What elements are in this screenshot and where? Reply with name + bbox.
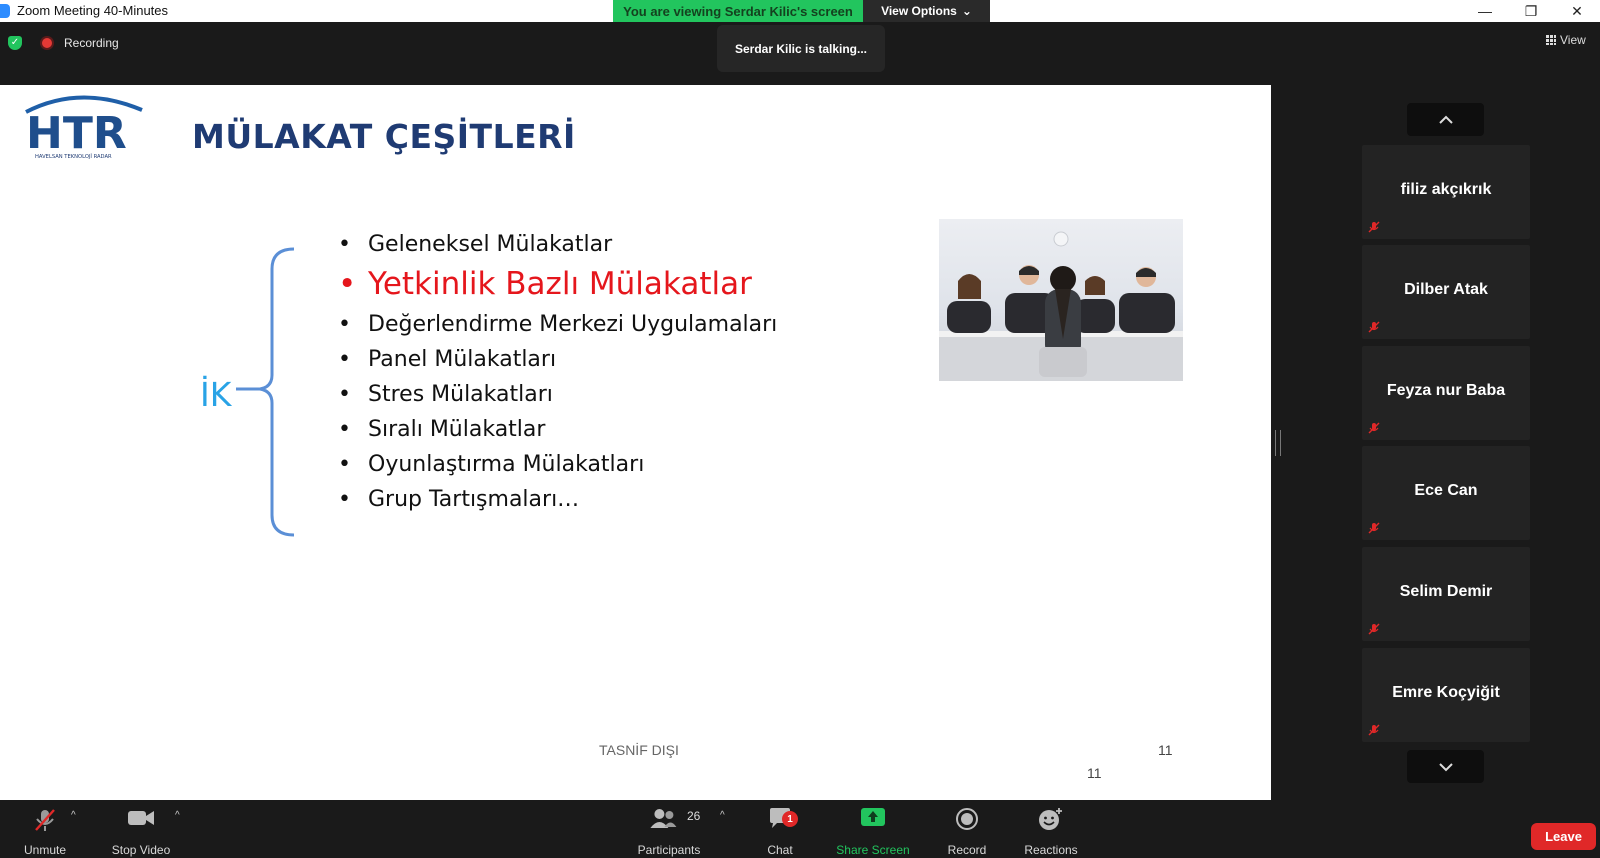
- chevron-down-icon: ⌄: [961, 4, 972, 18]
- list-item: Değerlendirme Merkezi Uygulamaları: [336, 307, 777, 342]
- participant-tile[interactable]: Ece Can: [1362, 446, 1530, 540]
- participant-name: filiz akçıkrık: [1400, 181, 1492, 198]
- view-options-label: View Options: [881, 4, 957, 18]
- list-item: Stres Mülakatları: [336, 377, 777, 412]
- participant-name: Feyza nur Baba: [1386, 382, 1506, 399]
- zoom-app-icon: [0, 4, 10, 18]
- participant-tile[interactable]: filiz akçıkrık: [1362, 145, 1530, 239]
- muted-mic-icon: [1368, 724, 1380, 736]
- scroll-up-button[interactable]: [1407, 103, 1484, 136]
- recording-dot-icon: [42, 38, 52, 48]
- window-title: Zoom Meeting 40-Minutes: [17, 3, 169, 18]
- participant-tile[interactable]: Emre Koçyiğit: [1362, 648, 1530, 742]
- muted-mic-icon: [1368, 221, 1380, 233]
- participants-count: 26: [687, 809, 701, 823]
- participants-label: Participants: [637, 843, 701, 857]
- restore-icon[interactable]: ❐: [1508, 0, 1554, 22]
- participant-name: Selim Demir: [1399, 583, 1493, 600]
- list-item: Geleneksel Mülakatlar: [336, 227, 777, 262]
- record-label: Record: [947, 843, 987, 857]
- share-screen-button[interactable]: Share Screen: [828, 800, 918, 858]
- participants-options-caret-icon[interactable]: ^: [720, 810, 725, 821]
- muted-mic-icon: [1368, 623, 1380, 635]
- chevron-up-icon: [1438, 115, 1453, 124]
- list-item: Sıralı Mülakatlar: [336, 412, 777, 447]
- unmute-label: Unmute: [23, 843, 67, 857]
- minimize-icon[interactable]: —: [1462, 0, 1508, 22]
- record-icon: [956, 808, 978, 830]
- chevron-down-icon: [1438, 762, 1453, 771]
- scroll-down-button[interactable]: [1407, 750, 1484, 783]
- svg-text:HAVELSAN TEKNOLOJİ RADAR: HAVELSAN TEKNOLOJİ RADAR: [35, 153, 112, 160]
- muted-microphone-icon: [35, 809, 55, 831]
- slide-page-number: 11: [1158, 742, 1173, 758]
- participant-tile[interactable]: Dilber Atak: [1362, 245, 1530, 339]
- curly-brace-shape: [236, 247, 295, 537]
- stop-video-label: Stop Video: [111, 843, 171, 857]
- list-item: Grup Tartışmaları…: [336, 482, 777, 517]
- classification-label: TASNİF DIŞI: [599, 742, 679, 758]
- muted-mic-icon: [1368, 422, 1380, 434]
- interview-types-list: Geleneksel Mülakatlar Yetkinlik Bazlı Mü…: [336, 227, 777, 517]
- participant-tile[interactable]: Selim Demir: [1362, 547, 1530, 641]
- list-item: Panel Mülakatları: [336, 342, 777, 377]
- shared-screen-slide: HTR HAVELSAN TEKNOLOJİ RADAR MÜLAKAT ÇEŞ…: [0, 85, 1271, 800]
- participants-icon: [650, 809, 677, 828]
- reactions-label: Reactions: [1024, 843, 1078, 857]
- slide-title: MÜLAKAT ÇEŞİTLERİ: [192, 117, 576, 156]
- muted-mic-icon: [1368, 321, 1380, 333]
- audio-options-caret-icon[interactable]: ^: [71, 810, 76, 821]
- participant-name: Ece Can: [1414, 482, 1478, 499]
- record-button[interactable]: Record: [922, 800, 1012, 858]
- chat-label: Chat: [767, 843, 793, 857]
- viewing-screen-banner: You are viewing Serdar Kilic's screen: [613, 0, 863, 22]
- share-screen-icon: [861, 808, 885, 826]
- video-camera-icon: [128, 811, 154, 825]
- view-options-button[interactable]: View Options ⌄: [863, 0, 990, 22]
- chat-unread-badge: 1: [782, 811, 798, 827]
- chat-button[interactable]: Chat: [735, 800, 825, 858]
- talking-notice: Serdar Kilic is talking...: [717, 25, 885, 72]
- panel-resize-handle[interactable]: [1275, 430, 1281, 456]
- smiley-plus-icon: [1039, 808, 1062, 830]
- close-icon[interactable]: ✕: [1554, 0, 1600, 22]
- encryption-shield-icon[interactable]: ✓: [8, 36, 22, 50]
- view-layout-button[interactable]: View: [1546, 33, 1586, 47]
- muted-mic-icon: [1368, 522, 1380, 534]
- video-options-caret-icon[interactable]: ^: [175, 810, 180, 821]
- leave-meeting-button[interactable]: Leave: [1531, 823, 1596, 850]
- recording-label: Recording: [64, 36, 119, 50]
- interview-panel-photo: [939, 219, 1183, 381]
- slide-page-number-secondary: 11: [1087, 765, 1102, 781]
- grid-icon: [1546, 35, 1556, 45]
- list-item-highlighted: Yetkinlik Bazlı Mülakatlar: [336, 262, 777, 307]
- participants-button[interactable]: 26 Participants: [624, 800, 714, 858]
- share-screen-label: Share Screen: [836, 843, 910, 857]
- meeting-toolbar: Unmute ^ Stop Video ^ 26 Participants ^ …: [0, 800, 1600, 858]
- unmute-button[interactable]: Unmute: [0, 800, 90, 858]
- list-item: Oyunlaştırma Mülakatları: [336, 447, 777, 482]
- htr-logo: HTR HAVELSAN TEKNOLOJİ RADAR: [25, 95, 143, 160]
- reactions-button[interactable]: Reactions: [1006, 800, 1096, 858]
- svg-text:HTR: HTR: [26, 108, 127, 159]
- participant-name: Emre Koçyiğit: [1392, 684, 1500, 701]
- stop-video-button[interactable]: Stop Video: [96, 800, 186, 858]
- participant-tile[interactable]: Feyza nur Baba: [1362, 346, 1530, 440]
- participant-name: Dilber Atak: [1404, 281, 1488, 298]
- ik-label: İK: [200, 375, 232, 414]
- view-label: View: [1560, 33, 1586, 47]
